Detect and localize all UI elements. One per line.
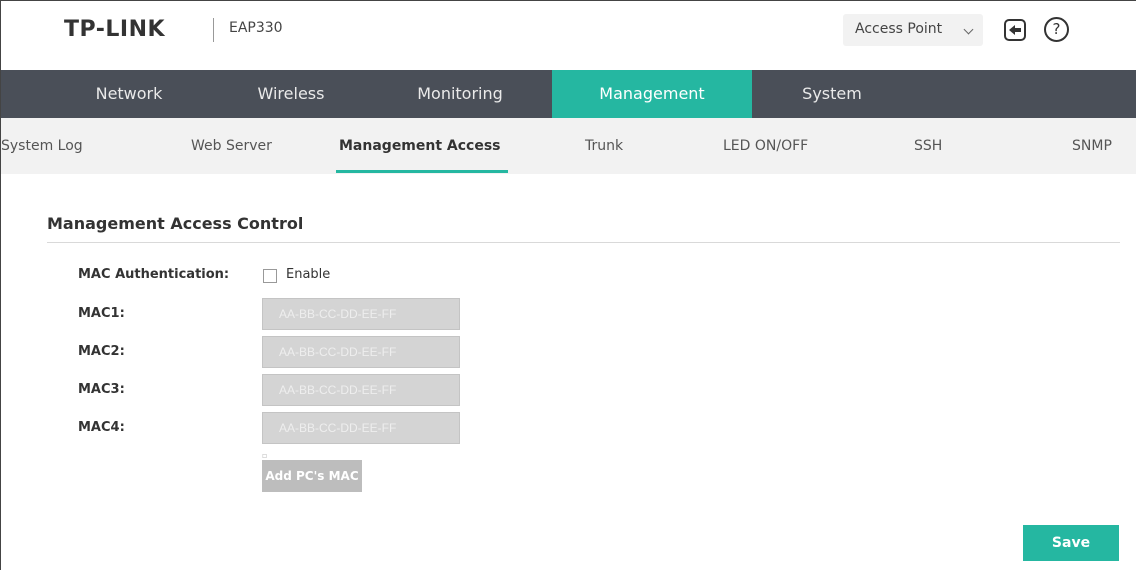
chevron-down-icon bbox=[963, 24, 974, 35]
mac4-label: MAC4: bbox=[78, 420, 125, 435]
tab-wireless[interactable]: Wireless bbox=[220, 70, 362, 118]
sub-nav: System Log Web Server Management Access … bbox=[1, 118, 1136, 174]
mac2-input[interactable] bbox=[262, 336, 460, 368]
logo-divider bbox=[213, 18, 214, 42]
mac1-input[interactable] bbox=[262, 298, 460, 330]
main-nav: Network Wireless Monitoring Management S… bbox=[1, 70, 1136, 118]
help-icon[interactable]: ? bbox=[1044, 17, 1069, 42]
mac-auth-label: MAC Authentication: bbox=[78, 267, 230, 282]
model-name: EAP330 bbox=[229, 20, 283, 36]
header: TP-LINK EAP330 Access Point ? bbox=[1, 1, 1136, 70]
mac1-label: MAC1: bbox=[78, 306, 125, 321]
enable-checkbox[interactable] bbox=[263, 269, 277, 283]
mac3-input[interactable] bbox=[262, 374, 460, 406]
subtab-snmp[interactable]: SNMP bbox=[1072, 118, 1112, 174]
tab-network[interactable]: Network bbox=[58, 70, 200, 118]
subtab-ssh[interactable]: SSH bbox=[914, 118, 942, 174]
tab-management[interactable]: Management bbox=[552, 70, 752, 118]
mode-select[interactable]: Access Point bbox=[843, 14, 983, 46]
subtab-system-log[interactable]: System Log bbox=[1, 118, 83, 174]
hint-marker: ▫ bbox=[262, 451, 268, 460]
subtab-management-access[interactable]: Management Access bbox=[339, 118, 501, 174]
mac2-label: MAC2: bbox=[78, 344, 125, 359]
section-divider bbox=[47, 242, 1120, 243]
tab-monitoring[interactable]: Monitoring bbox=[389, 70, 531, 118]
section-title: Management Access Control bbox=[47, 214, 304, 233]
mode-select-value: Access Point bbox=[855, 21, 943, 37]
enable-label: Enable bbox=[286, 267, 331, 282]
logout-icon[interactable] bbox=[1004, 19, 1026, 41]
add-pc-mac-button[interactable]: Add PC's MAC bbox=[262, 460, 362, 492]
subtab-trunk[interactable]: Trunk bbox=[585, 118, 623, 174]
subtab-led-on-off[interactable]: LED ON/OFF bbox=[723, 118, 808, 174]
tab-system[interactable]: System bbox=[761, 70, 903, 118]
active-subtab-indicator bbox=[336, 170, 508, 173]
mac4-input[interactable] bbox=[262, 412, 460, 444]
save-button[interactable]: Save bbox=[1023, 525, 1119, 561]
window-frame: TP-LINK EAP330 Access Point ? Network Wi… bbox=[0, 0, 1136, 570]
brand-logo: TP-LINK bbox=[64, 17, 166, 42]
mac3-label: MAC3: bbox=[78, 382, 125, 397]
subtab-web-server[interactable]: Web Server bbox=[191, 118, 272, 174]
